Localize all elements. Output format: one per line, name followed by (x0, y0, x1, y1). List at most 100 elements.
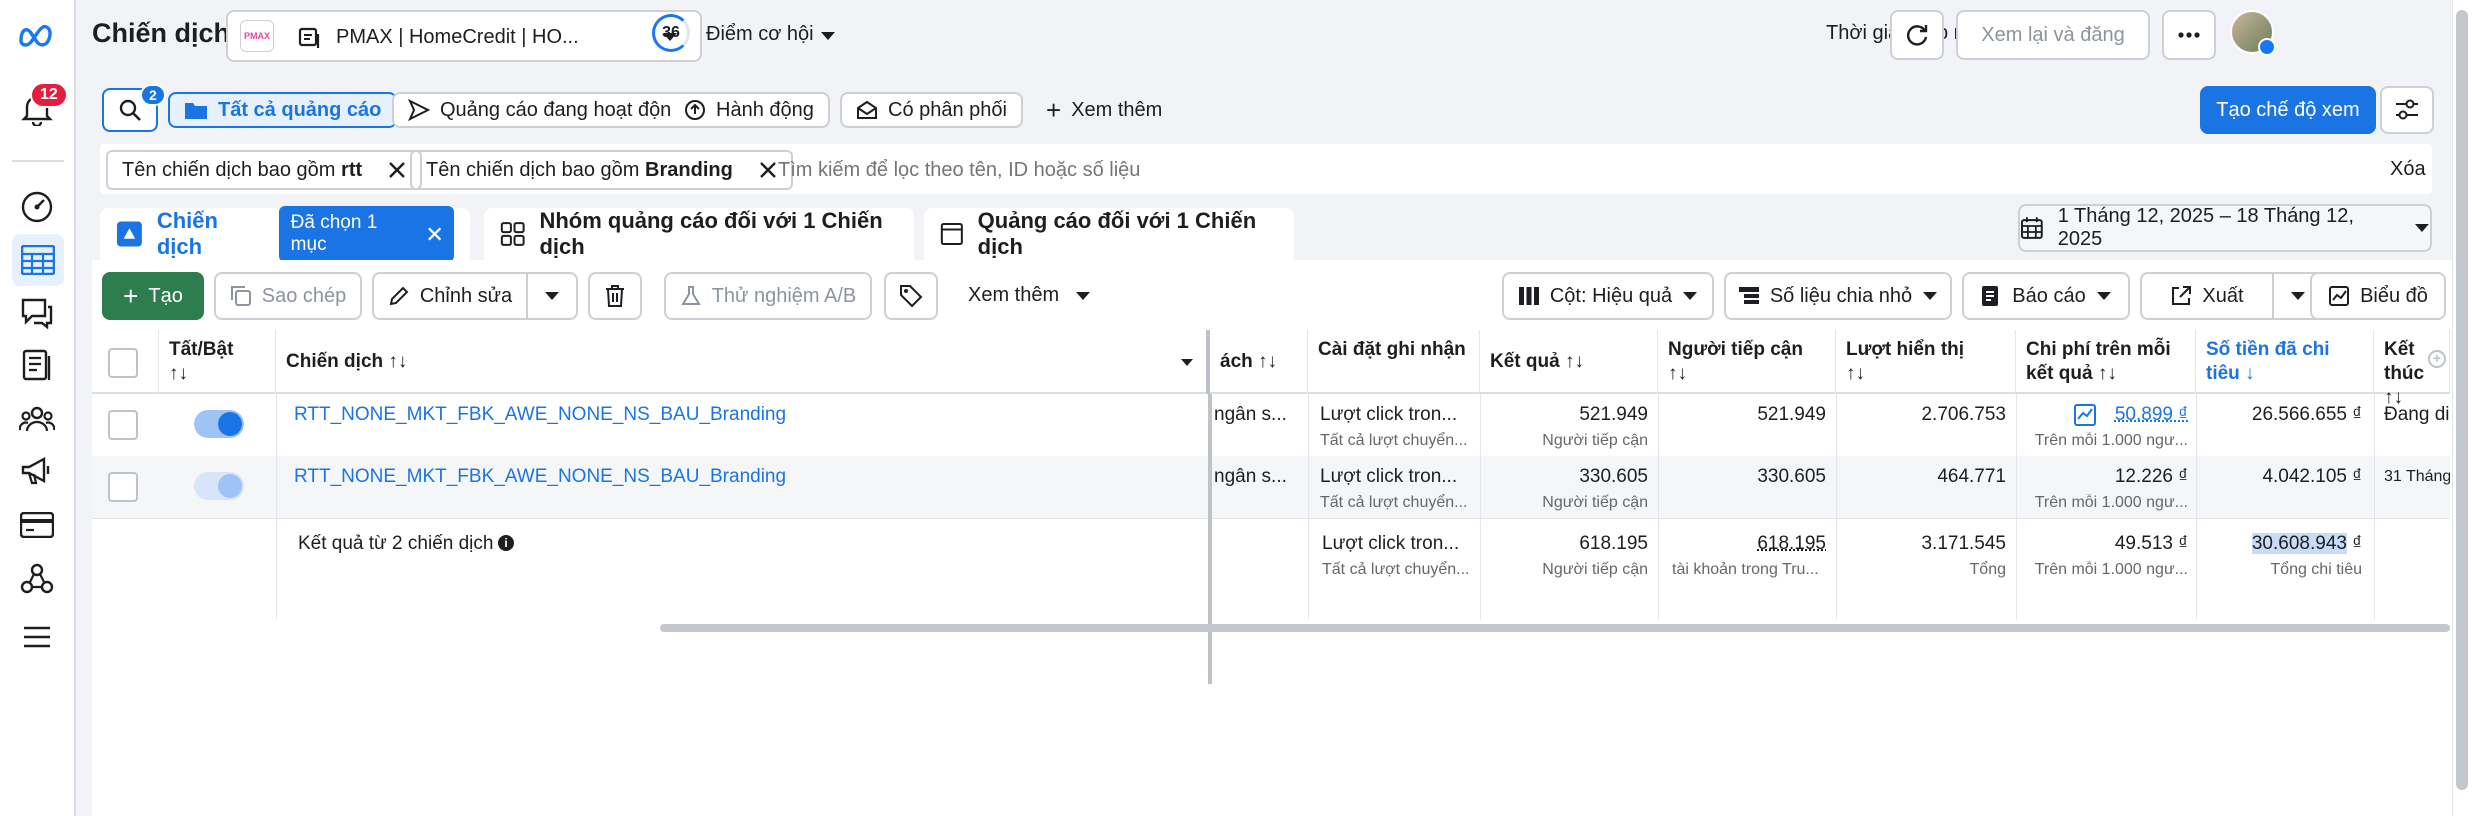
charts-button[interactable]: Biểu đồ (2310, 272, 2446, 320)
select-all-checkbox[interactable] (108, 348, 138, 378)
business-tools-icon[interactable] (16, 558, 58, 600)
create-button[interactable]: + Tạo (102, 272, 204, 320)
filter-chip-text: Tên chiến dịch bao gồm Branding (426, 159, 733, 182)
results-sub: Người tiếp cận (1542, 432, 1648, 449)
column-header-amount-spent[interactable]: Số tiền đã chi tiêu ↓ (2196, 330, 2374, 394)
edit-button[interactable]: Chỉnh sửa (372, 272, 528, 320)
review-publish-button[interactable]: Xem lại và đăng (1956, 10, 2150, 60)
trash-icon (606, 285, 624, 307)
actions-filter[interactable]: Hành động (670, 92, 830, 128)
export-label: Xuất (2202, 284, 2244, 307)
delivery-filter[interactable]: Có phân phối (840, 92, 1023, 128)
more-actions-button[interactable]: Xem thêm (968, 284, 1091, 307)
column-header-campaign[interactable]: Chiến dịch ↑↓ (276, 330, 1210, 394)
tab-adsets[interactable]: Nhóm quảng cáo đối với 1 Chiến dịch (484, 208, 914, 260)
opportunity-score-label[interactable]: Điểm cơ hội (706, 23, 814, 46)
chevron-down-icon (1181, 359, 1193, 366)
more-options-button[interactable] (2162, 10, 2216, 60)
tag-button[interactable] (884, 272, 938, 320)
pages-icon[interactable] (16, 344, 58, 386)
amount-spent-cell: 4.042.105 ₫ (2262, 466, 2362, 487)
row-checkbox[interactable] (108, 472, 138, 502)
all-ads-filter[interactable]: Tất cả quảng cáo (168, 92, 398, 128)
column-header-reach[interactable]: Người tiếp cận ↑↓ (1658, 330, 1836, 394)
pencil-icon (389, 286, 409, 306)
envelope-icon (857, 100, 877, 119)
summary-reach[interactable]: 618.195 (1658, 533, 1826, 555)
close-icon[interactable] (427, 226, 442, 242)
reports-button[interactable]: Báo cáo (1962, 272, 2130, 320)
column-header-impressions[interactable]: Lượt hiển thị ↑↓ (1836, 330, 2016, 394)
frozen-column-divider[interactable] (1208, 394, 1212, 684)
account-selector[interactable]: PMAX PMAX | HomeCredit | HO... (226, 10, 702, 62)
table-row[interactable]: RTT_NONE_MKT_FBK_AWE_NONE_NS_BAU_Brandin… (92, 394, 2450, 456)
opportunity-score-ring[interactable]: 36 (652, 14, 690, 52)
close-icon[interactable] (388, 161, 406, 179)
meta-logo-icon[interactable] (16, 14, 58, 56)
chevron-down-icon[interactable] (820, 31, 836, 41)
clear-filters-link[interactable]: Xóa (2390, 158, 2426, 181)
tab-ads[interactable]: Quảng cáo đối với 1 Chiến dịch (924, 208, 1294, 260)
vertical-scrollbar[interactable] (2456, 10, 2468, 790)
campaign-toggle[interactable] (194, 410, 244, 438)
column-header-attribution[interactable]: Cài đặt ghi nhận (1308, 330, 1480, 394)
toggle-knob (218, 412, 242, 436)
table-icon[interactable] (12, 234, 64, 286)
table-row[interactable]: RTT_NONE_MKT_FBK_AWE_NONE_NS_BAU_Brandin… (92, 456, 2450, 518)
breakdown-button[interactable]: Số liệu chia nhỏ (1724, 272, 1952, 320)
megaphone-icon[interactable] (16, 450, 58, 492)
campaign-folder-icon (116, 221, 142, 247)
column-header-toggle[interactable]: Tất/Bật ↑↓ (158, 330, 276, 394)
plus-icon: + (1046, 94, 1062, 125)
refresh-button[interactable] (1890, 10, 1944, 60)
sort-icon: ↑↓ (388, 351, 408, 372)
campaign-name-link[interactable]: RTT_NONE_MKT_FBK_AWE_NONE_NS_BAU_Brandin… (294, 466, 786, 488)
row-checkbox[interactable] (108, 410, 138, 440)
menu-icon[interactable] (16, 616, 58, 658)
add-column-icon[interactable]: + (2428, 350, 2446, 368)
horizontal-scrollbar[interactable] (660, 624, 2450, 632)
campaign-name-link[interactable]: RTT_NONE_MKT_FBK_AWE_NONE_NS_BAU_Brandin… (294, 404, 786, 426)
tab-campaigns[interactable]: Chiến dịch Đã chọn 1 mục (100, 206, 470, 262)
ab-test-button[interactable]: Thử nghiệm A/B (664, 272, 872, 320)
filter-search-input[interactable] (778, 152, 2278, 188)
column-header-amount-label: Số tiền đã chi tiêu (2206, 339, 2330, 384)
columns-button[interactable]: Cột: Hiệu quả (1502, 272, 1714, 320)
breakdown-icon (1738, 287, 1759, 304)
close-icon[interactable] (759, 161, 777, 179)
delete-button[interactable] (588, 272, 642, 320)
cost-sub: Trên mỗi 1.000 ngư... (2034, 432, 2188, 449)
edit-label: Chỉnh sửa (419, 284, 513, 307)
active-ads-filter[interactable]: Quảng cáo đang hoạt động (392, 92, 699, 128)
more-filters-button[interactable]: + Xem thêm (1032, 88, 1176, 132)
edit-dropdown-button[interactable] (526, 272, 578, 320)
filter-chip-rtt[interactable]: Tên chiến dịch bao gồm rtt (106, 150, 423, 190)
column-divider (2196, 394, 2197, 620)
campaign-toggle[interactable] (194, 472, 244, 500)
info-icon[interactable]: i (498, 535, 514, 551)
sort-icon: ↑↓ (169, 362, 188, 384)
column-header-results[interactable]: Kết quả ↑↓ (1480, 330, 1658, 394)
cost-per-result-cell[interactable]: 50.899 ₫ (2098, 404, 2188, 426)
column-header-budget[interactable]: ách ↑↓ (1210, 330, 1308, 394)
create-view-button[interactable]: Tạo chế độ xem (2200, 86, 2376, 134)
column-header-campaign-label: Chiến dịch (286, 351, 384, 372)
selected-chip[interactable]: Đã chọn 1 mục (278, 206, 454, 262)
tab-ads-label: Quảng cáo đối với 1 Chiến dịch (977, 208, 1257, 259)
date-range-picker[interactable]: 1 Tháng 12, 2025 – 18 Tháng 12, 2025 (2018, 204, 2432, 252)
export-button[interactable]: Xuất (2140, 272, 2274, 320)
column-header-cost-per-result[interactable]: Chi phí trên mỗi kết quả ↑↓ (2016, 330, 2196, 394)
report-icon (1982, 286, 1999, 306)
attribution-sub: Tất cả lượt chuyển... (1320, 432, 1468, 449)
ad-window-icon (940, 222, 963, 246)
filter-chip-branding[interactable]: Tên chiến dịch bao gồm Branding (410, 150, 793, 190)
duplicate-button[interactable]: Sao chép (214, 272, 362, 320)
chat-icon[interactable] (16, 292, 58, 334)
billing-card-icon[interactable] (16, 504, 58, 546)
gauge-icon[interactable] (16, 186, 58, 228)
summary-attribution-sub: Tất cả lượt chuyển... (1322, 561, 1470, 578)
audience-icon[interactable] (16, 398, 58, 440)
trend-chart-icon[interactable] (2074, 404, 2096, 426)
filter-bar: Tên chiến dịch bao gồm rtt Tên chiến dịc… (100, 144, 2432, 194)
view-settings-button[interactable] (2380, 86, 2434, 134)
